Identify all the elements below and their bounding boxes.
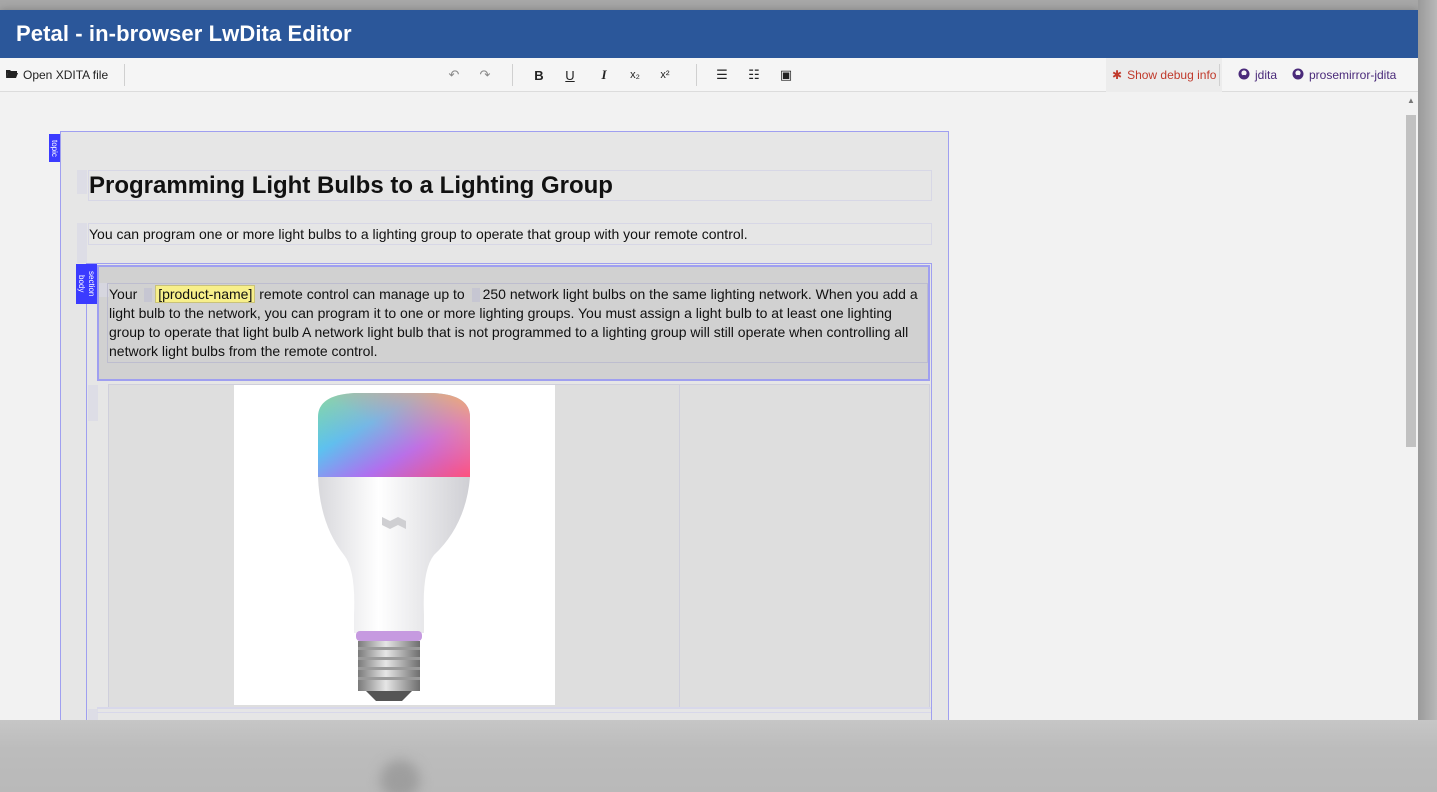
app-header: Petal - in-browser LwDita Editor — [0, 10, 1418, 58]
underline-button[interactable]: U — [559, 64, 581, 86]
toolbar-divider — [696, 64, 697, 86]
toolbar-divider — [1219, 64, 1220, 86]
jdita-link[interactable]: jdita — [1238, 58, 1277, 92]
screen-top-edge — [0, 0, 1437, 10]
light-bulb-image[interactable] — [234, 385, 555, 705]
undo-icon: ↶ — [448, 67, 460, 82]
screen-right-edge — [1418, 0, 1437, 792]
scrollbar-thumb[interactable] — [1406, 115, 1416, 447]
paragraph-text[interactable]: Your [product-name] remote control can m… — [109, 285, 925, 361]
toolbar-divider — [124, 64, 125, 86]
product-name-placeholder[interactable]: [product-name] — [155, 285, 256, 303]
toolbar-divider — [512, 64, 513, 86]
bold-icon: B — [534, 67, 544, 83]
underline-icon: U — [565, 67, 575, 83]
github-icon — [1238, 68, 1250, 83]
redo-icon: ↷ — [479, 67, 491, 82]
prosemirror-jdita-link[interactable]: prosemirror-jdita — [1292, 58, 1396, 92]
vertical-scrollbar[interactable]: ▲ — [1404, 93, 1418, 720]
open-file-label: Open XDITA file — [23, 68, 109, 82]
ph-tag-marker — [144, 288, 153, 303]
figure-bottom-border — [97, 707, 931, 713]
bullet-list-button[interactable]: ☷ — [743, 64, 765, 86]
editor-canvas[interactable]: topic Programming Light Bulbs to a Light… — [0, 93, 1404, 720]
superscript-button[interactable]: x² — [654, 64, 676, 86]
ordered-list-button[interactable]: ☰ — [711, 64, 733, 86]
github-icon — [1292, 68, 1304, 83]
next-node-tag — [88, 709, 98, 720]
italic-button[interactable]: I — [593, 64, 615, 86]
insert-image-button[interactable]: ▣ — [775, 64, 797, 86]
figure-tag — [88, 385, 98, 421]
app-title: Petal - in-browser LwDita Editor — [16, 21, 352, 46]
show-debug-button[interactable]: ✱ Show debug info — [1106, 58, 1223, 92]
italic-icon: I — [601, 67, 607, 82]
section-tag-label: section — [87, 271, 96, 297]
prosemirror-jdita-link-label: prosemirror-jdita — [1309, 68, 1397, 82]
redo-button[interactable]: ↷ — [474, 64, 496, 86]
ordered-list-icon: ☰ — [716, 67, 728, 82]
section-body-tag: body section — [76, 264, 97, 304]
scroll-up-arrow-icon[interactable]: ▲ — [1407, 96, 1415, 105]
bold-button[interactable]: B — [528, 64, 550, 86]
show-debug-label: Show debug info — [1127, 68, 1217, 82]
shortdesc-tag — [77, 223, 87, 263]
subscript-icon: x₂ — [630, 69, 640, 81]
para-text-1: Your — [109, 286, 142, 302]
body-tag-label: body — [77, 275, 86, 293]
figure-divider — [679, 384, 680, 709]
jdita-link-label: jdita — [1255, 68, 1278, 82]
folder-open-icon — [6, 69, 18, 82]
subscript-button[interactable]: x₂ — [624, 64, 646, 86]
topic-title[interactable]: Programming Light Bulbs to a Lighting Gr… — [89, 172, 613, 200]
bullet-list-icon: ☷ — [748, 67, 760, 82]
bug-icon: ✱ — [1112, 68, 1123, 82]
open-file-button[interactable]: Open XDITA file — [6, 58, 108, 92]
short-description[interactable]: You can program one or more light bulbs … — [89, 226, 748, 242]
topic-tag: topic — [49, 134, 60, 162]
blurred-shape — [380, 760, 420, 792]
editor-toolbar: Open XDITA file ↶ ↷ B U I x₂ x² ☰ ☷ ▣ ✱ … — [0, 58, 1418, 92]
image-icon: ▣ — [779, 67, 793, 82]
para-text-2: remote control can manage up to — [255, 286, 469, 302]
data-tag-marker — [471, 288, 480, 303]
blurred-taskbar — [0, 720, 1437, 792]
superscript-icon: x² — [660, 69, 670, 81]
browser-window: Petal - in-browser LwDita Editor Open XD… — [0, 10, 1418, 720]
title-tag — [77, 170, 87, 194]
undo-button[interactable]: ↶ — [443, 64, 465, 86]
